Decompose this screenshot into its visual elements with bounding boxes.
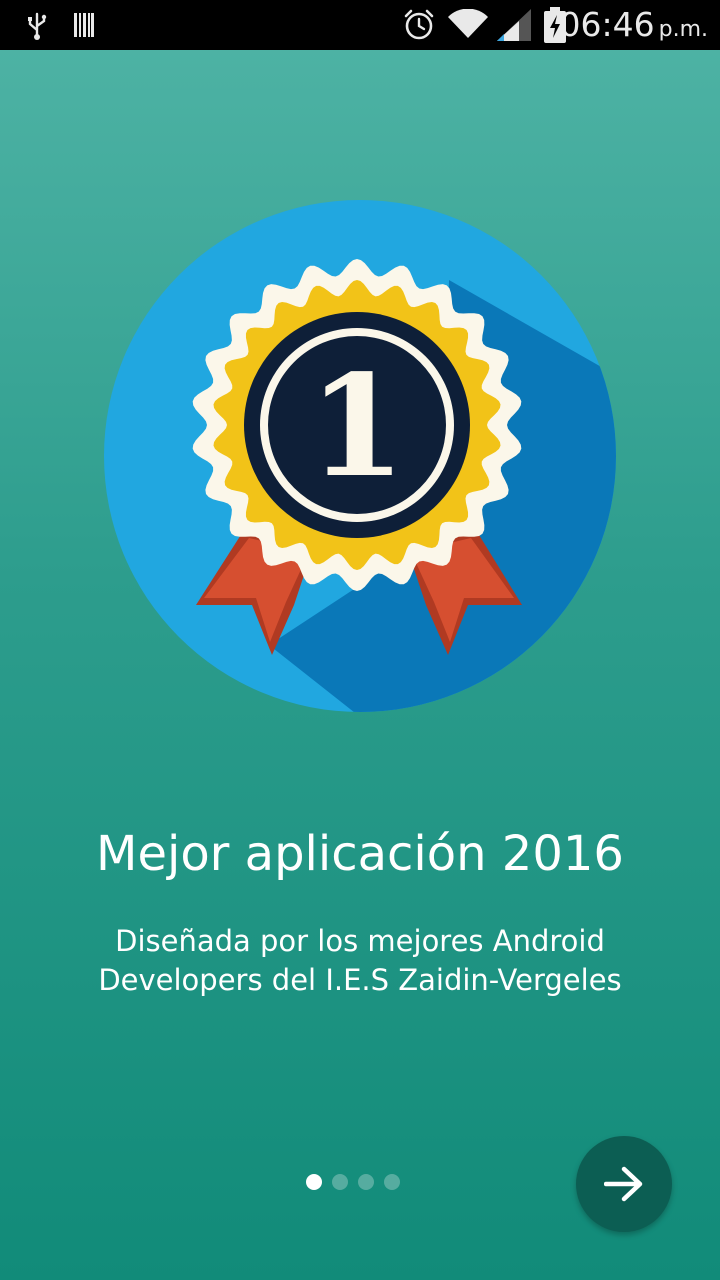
arrow-right-icon (604, 1166, 643, 1202)
signal-icon (497, 9, 531, 41)
page-dot-3[interactable] (358, 1174, 374, 1190)
award-ribbon-icon: 1 (104, 200, 616, 712)
onboarding-title: Mejor aplicación 2016 (96, 826, 624, 882)
status-bar: 06:46 p.m. (0, 0, 720, 50)
page-dot-1[interactable] (306, 1174, 322, 1190)
onboarding-screen: 06:46 p.m. 1 Mejor aplicación 2016 Diseña… (0, 0, 720, 1280)
page-indicator (306, 1174, 400, 1192)
description-line-2: Developers del I.E.S Zaidin-Vergeles (98, 963, 622, 997)
page-dot-2[interactable] (332, 1174, 348, 1190)
usb-icon (28, 12, 47, 40)
alarm-icon (404, 9, 434, 40)
status-time-value: 06:46 (559, 5, 655, 44)
page-dot-4[interactable] (384, 1174, 400, 1190)
status-time: 06:46 p.m. (560, 5, 709, 44)
next-button[interactable] (576, 1136, 672, 1232)
barcode-icon (74, 13, 94, 37)
status-time-ampm: p.m. (658, 17, 708, 42)
onboarding-description: Diseñada por los mejores Android Develop… (60, 922, 660, 1000)
badge-number: 1 (308, 345, 405, 509)
description-line-1: Diseñada por los mejores Android (115, 924, 605, 958)
wifi-icon (448, 9, 488, 38)
